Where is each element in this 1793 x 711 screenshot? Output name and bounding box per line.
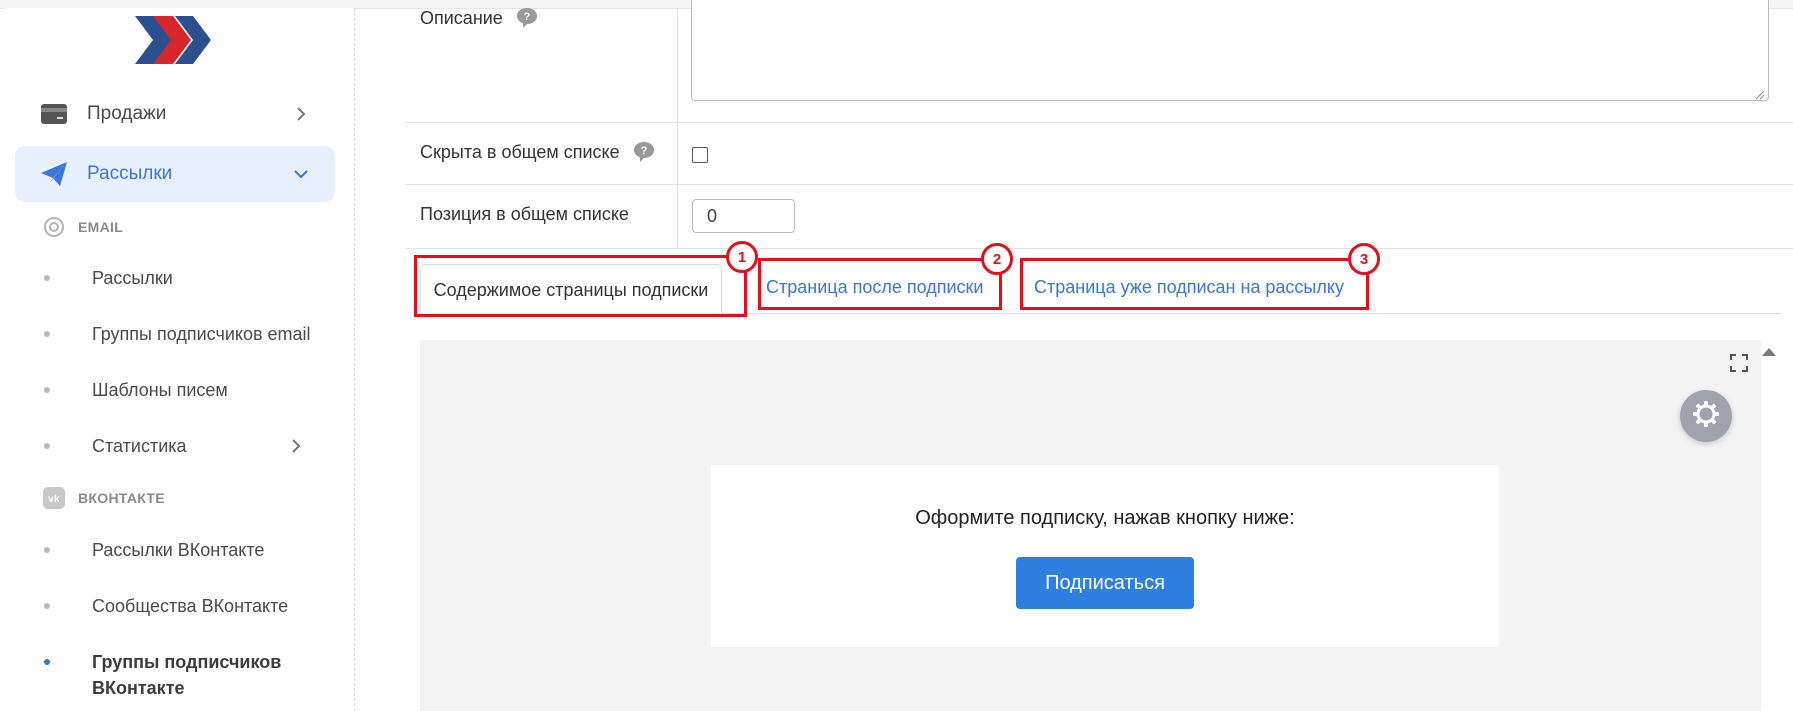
chevron-right-icon [286, 436, 306, 456]
fullscreen-icon[interactable] [1730, 354, 1748, 372]
hidden-label: Скрыта в общем списке [420, 141, 620, 162]
card-icon [39, 99, 69, 129]
description-label: Описание [420, 7, 503, 28]
sidebar-item-email-templates[interactable]: Шаблоны писем [44, 377, 344, 403]
description-textarea[interactable] [691, 0, 1769, 101]
settings-button[interactable] [1680, 390, 1732, 442]
sidebar-item-label: Рассылки [87, 163, 173, 184]
bullet [44, 275, 50, 281]
svg-text:vk: vk [48, 494, 60, 505]
section-title: ВКОНТАКТЕ [78, 490, 165, 506]
sidebar-item-mailings[interactable]: Рассылки [15, 146, 335, 202]
paper-plane-icon [39, 159, 69, 189]
svg-text:?: ? [640, 145, 647, 157]
position-label: Позиция в общем списке [420, 203, 629, 224]
description-label-row: Описание ? [420, 4, 539, 32]
sidebar-item-email-mailings[interactable]: Рассылки [44, 265, 344, 291]
sidebar-item-vk-groups[interactable]: Группы подписчиков ВКонтакте [44, 649, 294, 701]
help-icon[interactable]: ? [515, 6, 539, 30]
bullet [44, 659, 50, 665]
scroll-up-arrow-icon[interactable] [1762, 348, 1776, 356]
sidebar-item-label: Группы подписчиков email [92, 324, 311, 344]
sidebar-item-vk-communities[interactable]: Сообщества ВКонтакте [44, 593, 344, 619]
logo[interactable] [135, 14, 213, 66]
bullet [44, 443, 50, 449]
sidebar-item-label: Шаблоны писем [92, 380, 228, 400]
subscription-card: Оформите подписку, нажав кнопку ниже: По… [711, 465, 1499, 647]
position-input[interactable]: 0 [692, 199, 795, 233]
subscribe-prompt: Оформите подписку, нажав кнопку ниже: [915, 507, 1295, 529]
sidebar-item-email-groups[interactable]: Группы подписчиков email [44, 321, 344, 347]
sidebar-item-sales[interactable]: Продажи [15, 86, 335, 142]
sidebar-item-label: Группы подписчиков ВКонтакте [92, 652, 282, 698]
sidebar-item-label: Статистика [92, 436, 187, 456]
bullet [44, 547, 50, 553]
at-icon [42, 215, 66, 239]
subscribe-button[interactable]: Подписаться [1016, 557, 1194, 609]
resize-grip-icon[interactable] [1755, 87, 1765, 100]
chevron-right-icon [291, 104, 311, 124]
sidebar-item-vk-mailings[interactable]: Рассылки ВКонтакте [44, 537, 344, 563]
tab-subscription-content[interactable]: Содержимое страницы подписки [420, 264, 722, 316]
hidden-checkbox[interactable] [692, 147, 708, 163]
row-divider [405, 122, 1793, 123]
chevron-down-icon [291, 164, 311, 184]
sidebar-item-label: Продажи [87, 103, 167, 124]
section-vk: vk ВКОНТАКТЕ [42, 485, 165, 511]
bullet [44, 331, 50, 337]
row-divider [405, 248, 1793, 249]
form-column-divider [677, 8, 678, 248]
sidebar-item-label: Сообщества ВКонтакте [92, 596, 289, 616]
step-badge: 3 [1348, 243, 1380, 275]
tab-already-subscribed[interactable]: Страница уже подписан на рассылку [1034, 262, 1344, 312]
sidebar-divider [354, 8, 355, 711]
sidebar-item-label: Рассылки ВКонтакте [92, 540, 265, 560]
step-badge: 1 [726, 241, 758, 273]
row-divider [405, 184, 1793, 185]
step-badge: 2 [981, 243, 1013, 275]
gear-icon [1692, 400, 1720, 433]
svg-text:?: ? [523, 11, 530, 23]
hidden-label-row: Скрыта в общем списке ? [420, 138, 656, 166]
help-icon[interactable]: ? [632, 140, 656, 164]
bullet [44, 603, 50, 609]
section-title: EMAIL [78, 219, 124, 235]
position-label-row: Позиция в общем списке [420, 200, 629, 228]
tab-after-subscription[interactable]: Страница после подписки [766, 262, 983, 312]
vk-icon: vk [42, 486, 66, 510]
section-email: EMAIL [42, 214, 123, 240]
sidebar-item-label: Рассылки [92, 268, 173, 288]
sidebar-item-statistics[interactable]: Статистика [44, 433, 344, 459]
bullet [44, 387, 50, 393]
